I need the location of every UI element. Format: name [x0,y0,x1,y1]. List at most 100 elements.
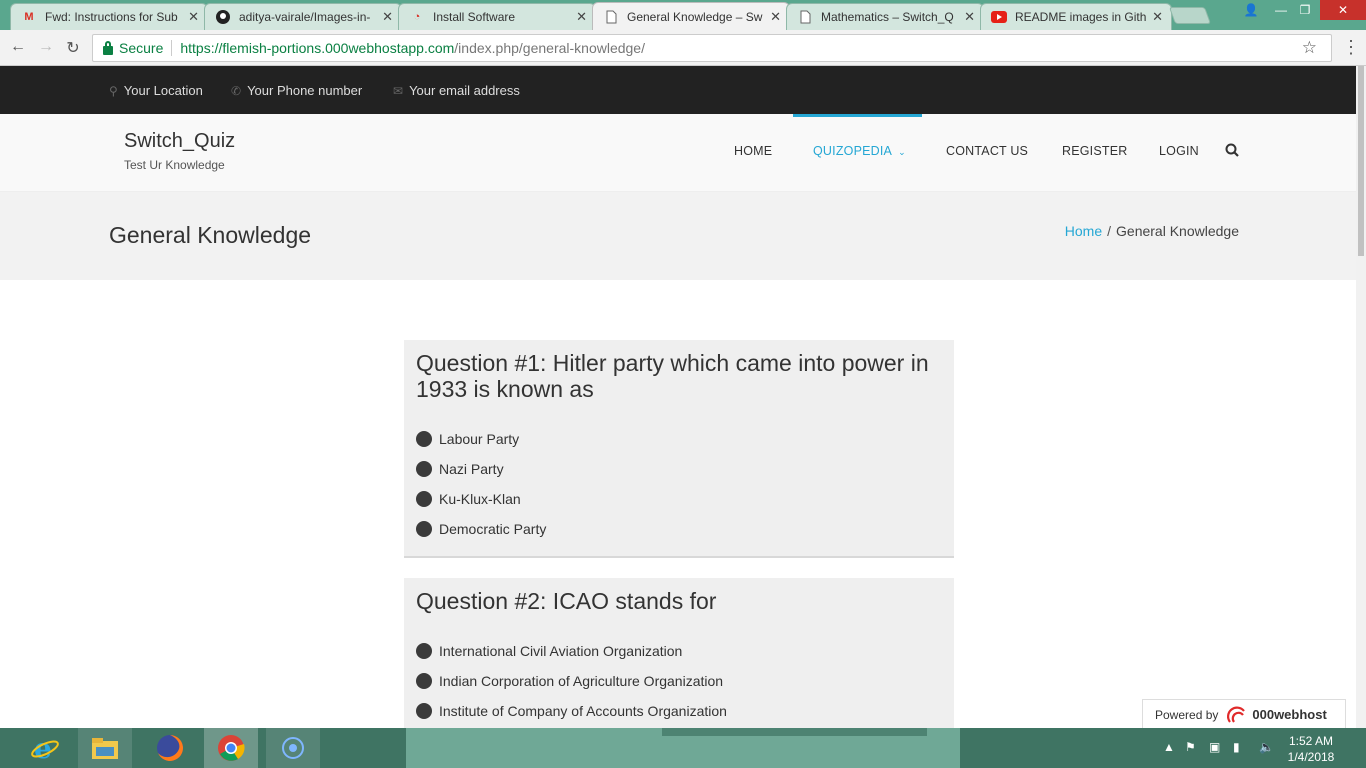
scrollbar-thumb[interactable] [1358,66,1364,256]
nav-home[interactable]: HOME [734,144,772,158]
phone-text: Your Phone number [247,83,363,98]
gmail-icon: M [24,11,34,23]
nav-register[interactable]: REGISTER [1062,144,1128,158]
browser-tab-readme[interactable]: README images in Githu ✕ [980,3,1172,30]
page-title-band: General Knowledge Home / General Knowledge [0,192,1366,280]
tab-title: aditya-vairale/Images-in- [239,10,371,24]
close-icon[interactable]: ✕ [382,9,393,25]
chrome-icon[interactable] [204,728,258,768]
location-text: Your Location [123,83,203,98]
lock-icon [103,40,113,55]
url-path: /index.php/general-knowledge/ [454,40,645,56]
map-pin-icon: ⚲ [109,83,118,98]
chevron-down-icon: ⌄ [898,147,906,157]
radio-button[interactable] [416,431,432,447]
question-title: Question #2: ICAO stands for [416,588,717,614]
tab-title: Fwd: Instructions for Sub [45,10,178,24]
cortana-icon[interactable] [266,728,320,768]
answer-label: Democratic Party [439,521,547,537]
location-item: ⚲ Your Location [109,83,203,98]
close-icon[interactable]: ✕ [576,9,587,25]
radio-button[interactable] [416,643,432,659]
action-center-flag-icon[interactable]: ⚑ [1185,740,1196,754]
answer-option[interactable]: Indian Corporation of Agriculture Organi… [416,666,942,696]
close-icon[interactable]: ✕ [770,9,781,25]
radio-button[interactable] [416,673,432,689]
answer-option[interactable]: Ku-Klux-Klan [416,484,942,514]
browser-tab-strip: M Fwd: Instructions for Sub ✕ aditya-vai… [0,0,1366,30]
question-card: Question #2: ICAO stands for Internation… [404,578,954,748]
email-text: Your email address [409,83,520,98]
answer-label: Indian Corporation of Agriculture Organi… [439,673,724,689]
chrome-menu-icon[interactable]: ⋮ [1342,38,1360,56]
new-tab-button[interactable] [1168,7,1212,24]
envelope-icon: ✉ [393,83,404,98]
tab-title: General Knowledge – Sw [627,9,763,24]
question-title: Question #1: Hitler party which came int… [416,350,929,402]
bookmark-star-icon[interactable]: ☆ [1302,38,1317,58]
powered-by-badge[interactable]: Powered by 000webhost [1142,699,1346,730]
taskbar-clock[interactable]: 1:52 AM 1/4/2018 [1280,733,1342,765]
site-top-bar: ⚲ Your Location ✆ Your Phone number ✉ Yo… [0,66,1366,114]
browser-tab-mathematics[interactable]: Mathematics – Switch_Q ✕ [786,3,984,30]
search-icon[interactable] [1225,143,1239,159]
address-bar[interactable]: Secure https://flemish-portions.000webho… [92,34,1332,62]
breadcrumb-separator: / [1107,223,1112,239]
answer-label: International Civil Aviation Organizatio… [439,643,683,659]
answer-label: Ku-Klux-Klan [439,491,521,507]
radio-button[interactable] [416,491,432,507]
firefox-icon[interactable] [143,728,197,768]
site-tagline: Test Ur Knowledge [124,158,225,172]
answer-option[interactable]: Democratic Party [416,514,942,544]
github-icon [215,9,231,25]
taskbar-preview-bar [662,728,927,736]
nav-login[interactable]: LOGIN [1159,144,1199,158]
tray-overflow-icon[interactable]: ▲ [1163,740,1175,754]
radio-button[interactable] [416,521,432,537]
site-name[interactable]: Switch_Quiz [124,130,235,153]
forward-arrow-icon[interactable]: → [36,38,56,56]
answer-option[interactable]: Labour Party [416,424,942,454]
secure-label: Secure [119,40,164,56]
divider [171,40,173,56]
browser-tab-github[interactable]: aditya-vairale/Images-in- ✕ [204,3,402,30]
breadcrumb-current: General Knowledge [1116,223,1239,239]
back-arrow-icon[interactable]: ← [8,38,28,56]
browser-tab-install[interactable]: ◔ Install Software ✕ [398,3,596,30]
answer-label: Nazi Party [439,461,504,477]
page-icon [797,9,813,25]
url-host: https://flemish-portions.000webhostapp.c… [180,40,455,56]
breadcrumb-home-link[interactable]: Home [1065,223,1102,239]
browser-tab-general-knowledge[interactable]: General Knowledge – Sw ✕ [592,2,790,30]
answer-label: Labour Party [439,431,520,447]
page-scrollbar[interactable] [1356,66,1366,728]
clock-time: 1:52 AM [1288,734,1334,748]
close-icon[interactable]: ✕ [1152,9,1163,25]
radio-button[interactable] [416,703,432,719]
answer-label: Institute of Company of Accounts Organiz… [439,703,727,719]
close-icon[interactable]: ✕ [964,9,975,25]
answer-option[interactable]: International Civil Aviation Organizatio… [416,636,942,666]
000webhost-logo-icon [1227,706,1246,723]
volume-icon[interactable]: 🔈 [1259,740,1274,754]
close-window-button[interactable]: ✕ [1320,0,1366,20]
network-device-icon[interactable]: ▣ [1209,740,1220,754]
powered-by-label: Powered by [1155,707,1219,722]
nav-quizopedia[interactable]: QUIZOPEDIA ⌄ [813,144,906,158]
tab-title: Mathematics – Switch_Q [821,10,954,24]
radio-button[interactable] [416,461,432,477]
nav-quizopedia-label: QUIZOPEDIA [813,144,893,158]
powered-by-brand: 000webhost [1252,707,1327,722]
page-title: General Knowledge [109,222,312,248]
internet-explorer-icon[interactable]: e [18,728,72,768]
nav-contact[interactable]: CONTACT US [946,144,1028,158]
browser-toolbar: ← → ↻ Secure https://flemish-portions.00… [0,30,1366,66]
reload-icon[interactable]: ↻ [63,38,83,58]
browser-tab-gmail[interactable]: M Fwd: Instructions for Sub ✕ [10,3,208,30]
answer-option[interactable]: Institute of Company of Accounts Organiz… [416,696,942,726]
page-icon [603,9,619,25]
answer-option[interactable]: Nazi Party [416,454,942,484]
wifi-signal-icon[interactable]: ▮ [1233,740,1240,754]
file-explorer-icon[interactable] [78,728,132,768]
close-icon[interactable]: ✕ [188,9,199,25]
